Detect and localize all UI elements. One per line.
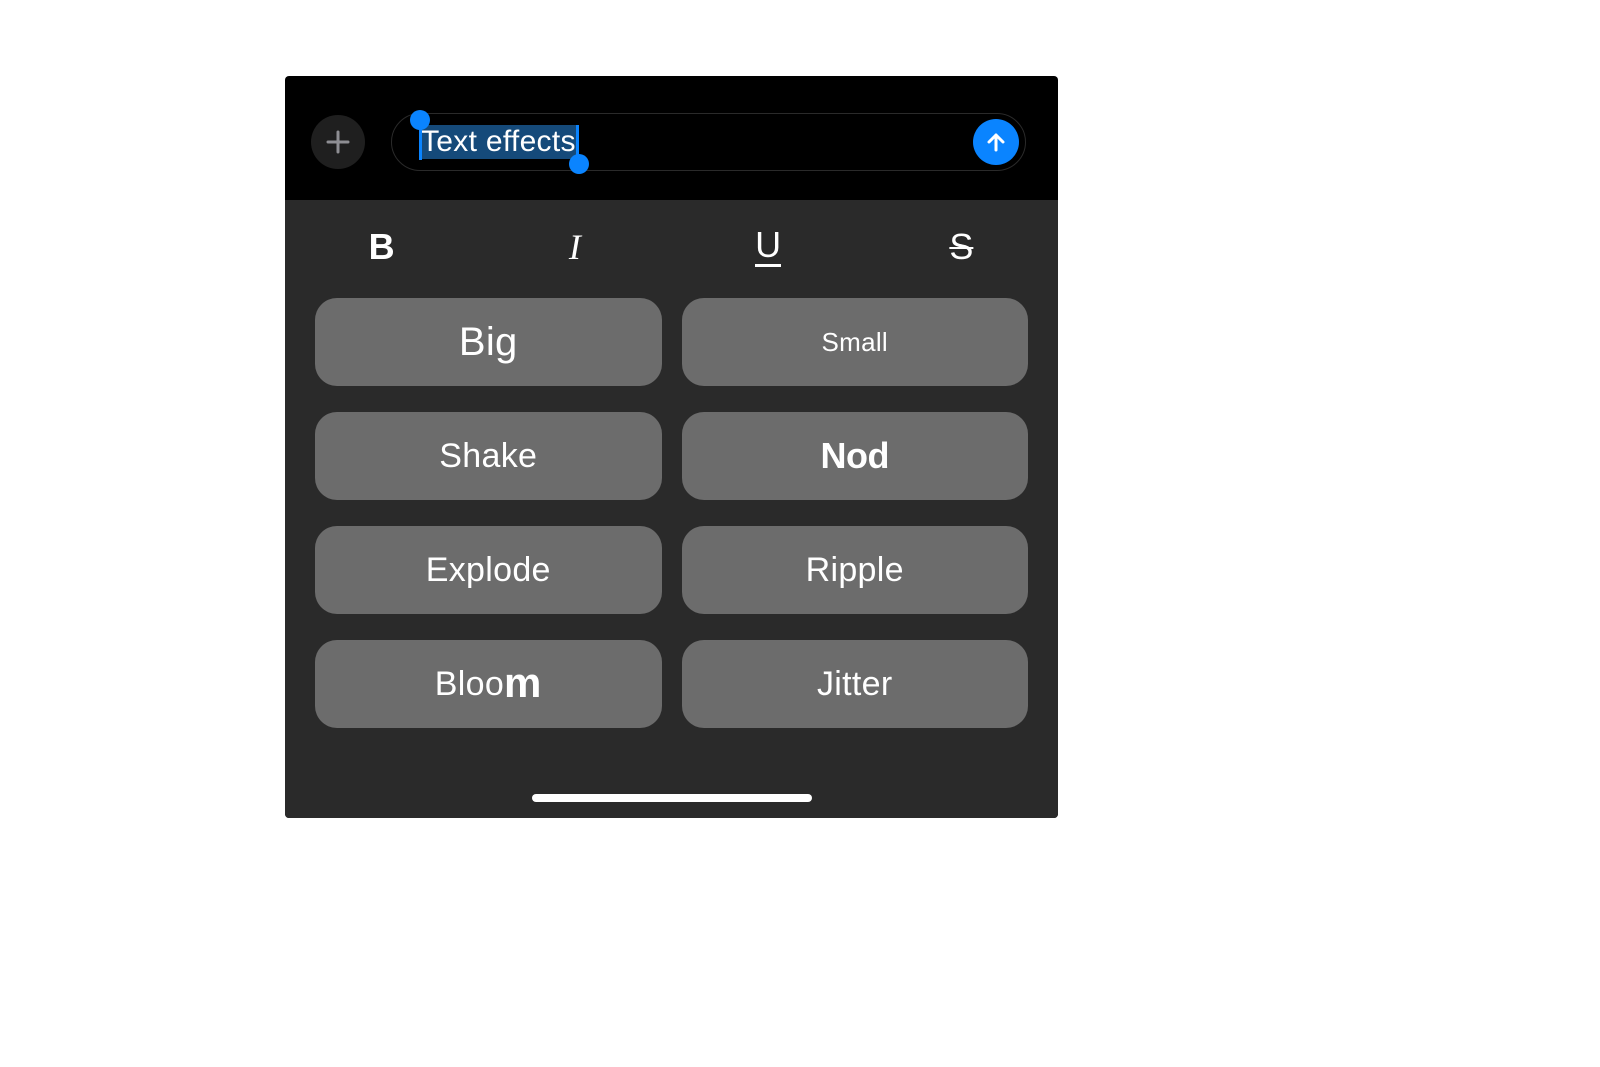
effect-label: Small <box>821 327 888 358</box>
send-button[interactable] <box>973 119 1019 165</box>
effect-label: Big <box>459 320 518 365</box>
plus-icon <box>325 129 351 155</box>
selection-handle-start[interactable] <box>410 110 430 130</box>
effect-label: Nod <box>821 435 889 477</box>
effect-jitter-button[interactable]: Jitter <box>682 640 1029 728</box>
arrow-up-icon <box>984 130 1008 154</box>
effects-panel: B I U S Big Small Shake Nod <box>285 200 1058 818</box>
format-strikethrough-button[interactable]: S <box>865 229 1058 265</box>
compose-row: Text effects <box>285 112 1058 172</box>
effect-explode-button[interactable]: Explode <box>315 526 662 614</box>
format-italic-button[interactable]: I <box>478 229 671 265</box>
effect-label: Ripple <box>806 551 904 590</box>
home-indicator[interactable] <box>532 794 812 802</box>
format-bold-button[interactable]: B <box>285 229 478 265</box>
effect-label: Bloom <box>435 665 542 704</box>
bold-icon: B <box>369 226 395 267</box>
compose-text: Text effects <box>420 125 577 159</box>
add-button[interactable] <box>311 115 365 169</box>
effect-bloom-button[interactable]: Bloom <box>315 640 662 728</box>
selection-handle-end[interactable] <box>569 154 589 174</box>
effects-grid: Big Small Shake Nod Explode Ripple Bloom… <box>285 284 1058 758</box>
effect-label: Jitter <box>817 665 892 704</box>
format-underline-button[interactable]: U <box>672 227 865 266</box>
effect-label: Shake <box>439 437 537 476</box>
italic-icon: I <box>569 227 581 267</box>
underline-icon: U <box>755 224 781 265</box>
effect-ripple-button[interactable]: Ripple <box>682 526 1029 614</box>
format-row: B I U S <box>285 210 1058 284</box>
effect-shake-button[interactable]: Shake <box>315 412 662 500</box>
effect-small-button[interactable]: Small <box>682 298 1029 386</box>
compose-field[interactable]: Text effects <box>391 113 1026 171</box>
strikethrough-icon: S <box>949 226 973 267</box>
effect-nod-button[interactable]: Nod <box>682 412 1029 500</box>
effect-label: Explode <box>426 551 551 590</box>
text-effects-panel: Text effects B I U S <box>285 76 1058 818</box>
effect-big-button[interactable]: Big <box>315 298 662 386</box>
text-selection[interactable]: Text effects <box>420 125 577 159</box>
